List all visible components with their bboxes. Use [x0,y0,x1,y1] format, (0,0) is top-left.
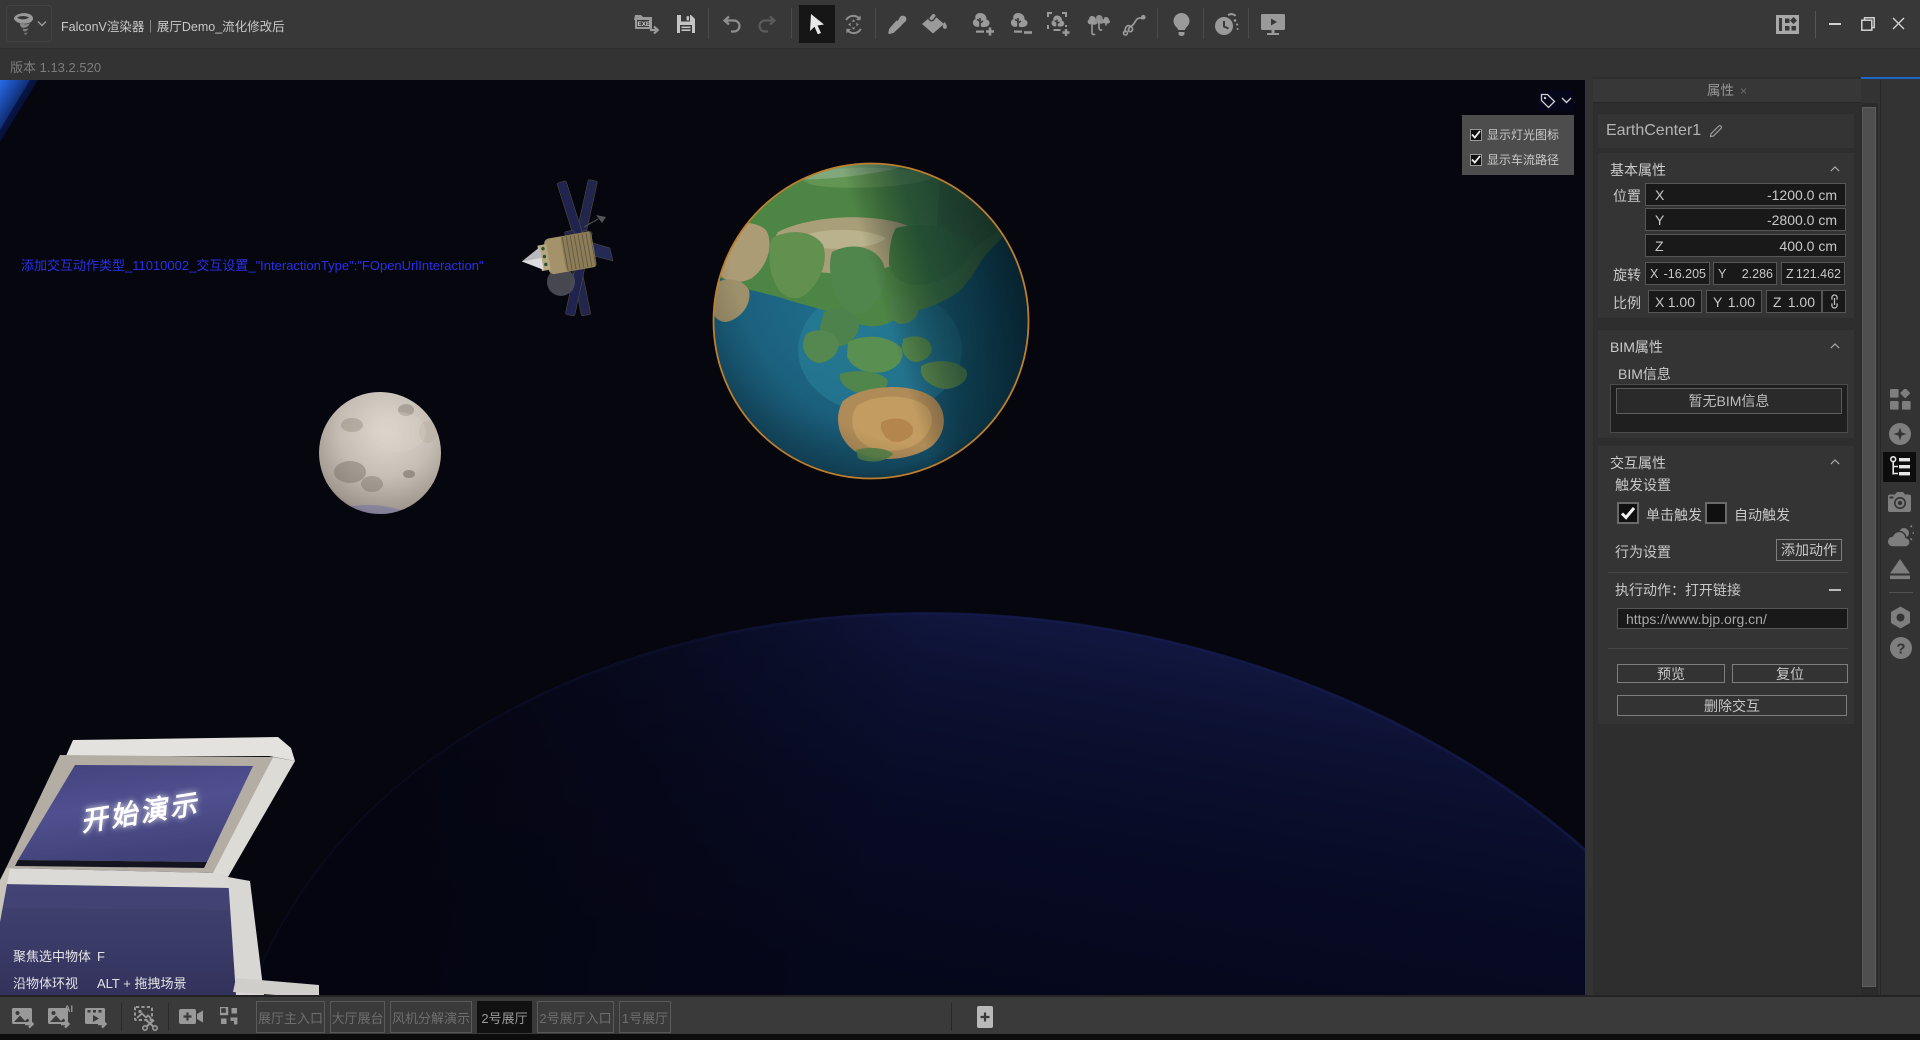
svg-text:?: ? [1896,641,1905,658]
svg-text:EXE: EXE [637,21,651,28]
